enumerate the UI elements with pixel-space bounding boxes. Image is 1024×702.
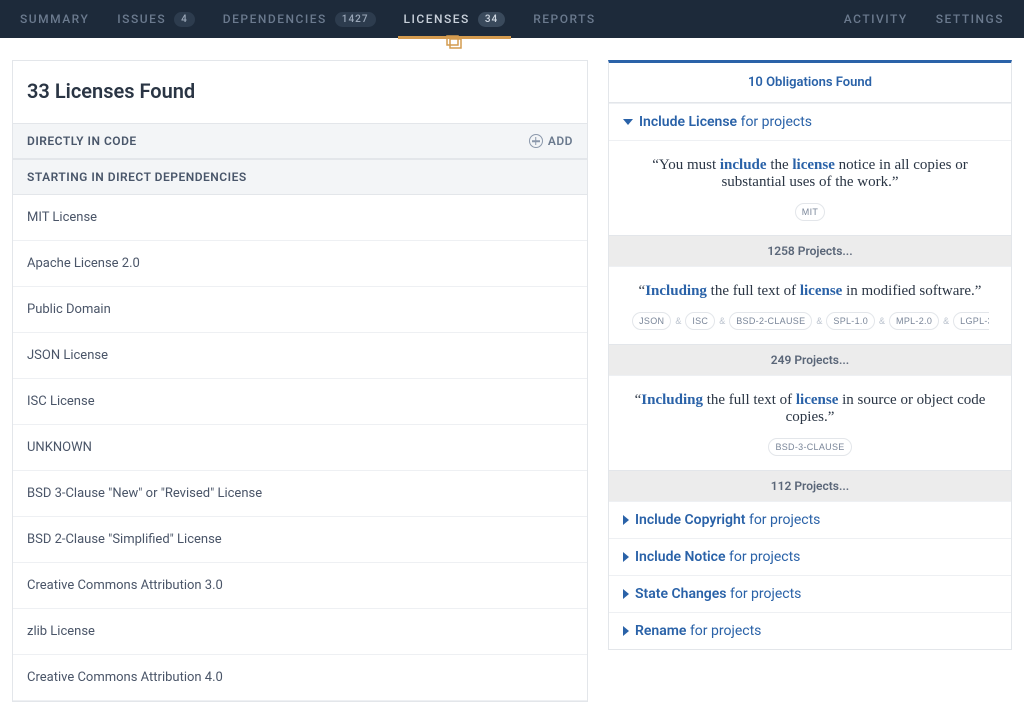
obligation-include-copyright[interactable]: Include Copyright for projects	[609, 501, 1011, 538]
nav-tab-summary[interactable]: SUMMARY	[20, 0, 89, 38]
license-row[interactable]: ISC License	[13, 379, 587, 425]
obligation-title-bold: Include Copyright	[635, 512, 745, 528]
license-row[interactable]: JSON License	[13, 333, 587, 379]
projects-count-bar[interactable]: 249 Projects...	[609, 344, 1011, 375]
nav-badge: 1427	[335, 12, 376, 27]
license-row[interactable]: zlib License	[13, 609, 587, 655]
license-row[interactable]: MIT License	[13, 195, 587, 241]
obligation-title-bold: Rename	[635, 623, 686, 639]
obligation-title-rest: for projects	[726, 549, 801, 565]
section-label: DIRECTLY IN CODE	[27, 134, 137, 148]
tag-separator: &	[675, 316, 681, 326]
nav-tab-reports[interactable]: REPORTS	[533, 0, 595, 38]
license-row[interactable]: BSD 2-Clause "Simplified" License	[13, 517, 587, 563]
license-tags: BSD-3-CLAUSE	[631, 438, 989, 456]
license-row[interactable]: Creative Commons Attribution 4.0	[13, 655, 587, 701]
plus-circle-icon	[529, 134, 543, 148]
license-tag[interactable]: LGPL-3.0-ONLY	[953, 312, 989, 330]
nav-right-group: ACTIVITY SETTINGS	[844, 0, 1004, 38]
projects-count-bar[interactable]: 112 Projects...	[609, 470, 1011, 501]
obligation-quote: “Including the full text of license in s…	[609, 375, 1011, 470]
chevron-right-icon	[623, 589, 629, 599]
license-row[interactable]: Creative Commons Attribution 3.0	[13, 563, 587, 609]
nav-badge: 4	[174, 12, 195, 27]
obligation-title-rest: for projects	[745, 512, 820, 528]
license-tag[interactable]: JSON	[632, 312, 671, 330]
tag-separator: &	[943, 316, 949, 326]
nav-label: REPORTS	[533, 12, 595, 26]
section-directly-in-code: DIRECTLY IN CODE ADD	[13, 123, 587, 159]
license-row[interactable]: Public Domain	[13, 287, 587, 333]
license-row[interactable]: UNKNOWN	[13, 425, 587, 471]
nav-badge: 34	[478, 12, 505, 27]
license-row[interactable]: BSD 3-Clause "New" or "Revised" License	[13, 471, 587, 517]
license-tag[interactable]: BSD-2-CLAUSE	[729, 312, 812, 330]
chevron-right-icon	[623, 626, 629, 636]
nav-label: LICENSES	[404, 12, 470, 26]
obligation-include-notice[interactable]: Include Notice for projects	[609, 538, 1011, 575]
chevron-right-icon	[623, 552, 629, 562]
licenses-panel-title: 33 Licenses Found	[13, 61, 587, 123]
nav-tab-settings[interactable]: SETTINGS	[936, 0, 1004, 38]
license-tags: MIT	[631, 203, 989, 221]
obligation-title-bold: Include Notice	[635, 549, 726, 565]
license-tags: APACHE-2.0&JSON&ISC&BSD-2-CLAUSE&SPL-1.0…	[631, 312, 989, 330]
tag-separator: &	[879, 316, 885, 326]
nav-tab-issues[interactable]: ISSUES 4	[117, 0, 195, 38]
nav-left-group: SUMMARY ISSUES 4 DEPENDENCIES 1427 LICENSES 34…	[20, 0, 596, 38]
obligations-title: 10 Obligations Found	[609, 63, 1011, 103]
obligation-title-rest: for projects	[741, 114, 812, 130]
chevron-down-icon	[623, 119, 633, 125]
nav-label: ISSUES	[117, 12, 166, 26]
add-license-button[interactable]: ADD	[529, 134, 573, 148]
section-direct-deps: STARTING IN DIRECT DEPENDENCIES	[13, 159, 587, 195]
nav-tab-licenses[interactable]: LICENSES 34	[404, 0, 506, 38]
tag-separator: &	[719, 316, 725, 326]
obligation-rename[interactable]: Rename for projects	[609, 612, 1011, 649]
nav-label: SUMMARY	[20, 12, 89, 26]
licenses-panel: 33 Licenses Found DIRECTLY IN CODE ADD S…	[12, 60, 588, 702]
add-label: ADD	[548, 134, 573, 148]
chevron-right-icon	[623, 515, 629, 525]
obligation-include-license[interactable]: Include License for projects	[609, 103, 1011, 140]
obligation-quote: “You must include the license notice in …	[609, 140, 1011, 235]
license-tag[interactable]: BSD-3-CLAUSE	[768, 438, 851, 456]
obligations-panel: 10 Obligations Found Include License for…	[608, 60, 1012, 650]
license-tag[interactable]: MPL-2.0	[889, 312, 939, 330]
nav-tab-dependencies[interactable]: DEPENDENCIES 1427	[223, 0, 376, 38]
top-navbar: SUMMARY ISSUES 4 DEPENDENCIES 1427 LICENSES 34…	[0, 0, 1024, 38]
license-list: MIT LicenseApache License 2.0Public Doma…	[13, 195, 587, 701]
nav-tab-activity[interactable]: ACTIVITY	[844, 0, 908, 38]
obligation-title-rest: for projects	[686, 623, 761, 639]
obligation-state-changes[interactable]: State Changes for projects	[609, 575, 1011, 612]
obligation-title-bold: Include License	[639, 114, 737, 130]
licenses-icon	[444, 34, 464, 50]
license-tag[interactable]: ISC	[685, 312, 715, 330]
license-tag[interactable]: MIT	[795, 203, 825, 221]
obligation-quote: “Including the full text of license in m…	[609, 266, 1011, 344]
obligation-title-bold: State Changes	[635, 586, 727, 602]
license-row[interactable]: Apache License 2.0	[13, 241, 587, 287]
projects-count-bar[interactable]: 1258 Projects...	[609, 235, 1011, 266]
nav-label: DEPENDENCIES	[223, 12, 327, 26]
obligation-title-rest: for projects	[727, 586, 802, 602]
main-content: 33 Licenses Found DIRECTLY IN CODE ADD S…	[0, 38, 1024, 702]
license-tag[interactable]: SPL-1.0	[826, 312, 875, 330]
tag-separator: &	[816, 316, 822, 326]
section-label: STARTING IN DIRECT DEPENDENCIES	[27, 170, 247, 184]
